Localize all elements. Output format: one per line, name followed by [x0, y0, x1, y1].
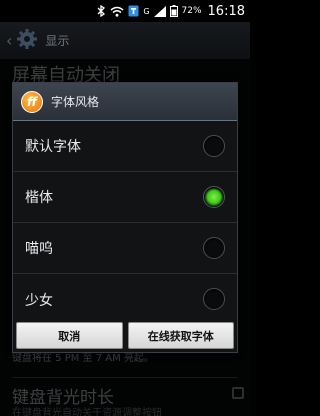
option-label: 默认字体: [25, 139, 81, 155]
battery-percent: 72%: [181, 6, 202, 16]
status-bar: G 72% 16:18: [0, 0, 250, 22]
app-notification-icon: [128, 4, 139, 18]
font-option-kaiti[interactable]: 楷体: [13, 172, 237, 223]
bluetooth-icon: [97, 4, 106, 18]
dialog-header: ff 字体风格: [13, 83, 237, 121]
font-option-default[interactable]: 默认字体: [13, 121, 237, 172]
font-app-icon: ff: [21, 90, 43, 113]
option-label: 楷体: [25, 190, 53, 206]
option-label: 喵呜: [25, 241, 53, 257]
font-style-dialog: ff 字体风格 默认字体 楷体 喵呜 少女 取消 在线获取字体: [12, 82, 238, 353]
option-label: 少女: [25, 292, 53, 309]
font-option-shaonv[interactable]: 少女: [13, 274, 237, 325]
dialog-title: 字体风格: [51, 95, 100, 109]
radio-button[interactable]: [203, 237, 225, 259]
g-signal-icon: G: [143, 6, 150, 16]
battery-icon: [169, 4, 178, 18]
wifi-icon: [110, 4, 124, 18]
radio-button-selected[interactable]: [203, 186, 225, 208]
cancel-button[interactable]: 取消: [16, 322, 123, 349]
signal-icon: [153, 4, 166, 18]
radio-button[interactable]: [203, 288, 225, 310]
dialog-buttons: 取消 在线获取字体: [13, 322, 237, 352]
get-fonts-online-button[interactable]: 在线获取字体: [127, 322, 234, 349]
font-option-miaowu[interactable]: 喵呜: [13, 223, 237, 274]
clock: 16:18: [207, 3, 245, 19]
radio-button[interactable]: [203, 135, 225, 157]
